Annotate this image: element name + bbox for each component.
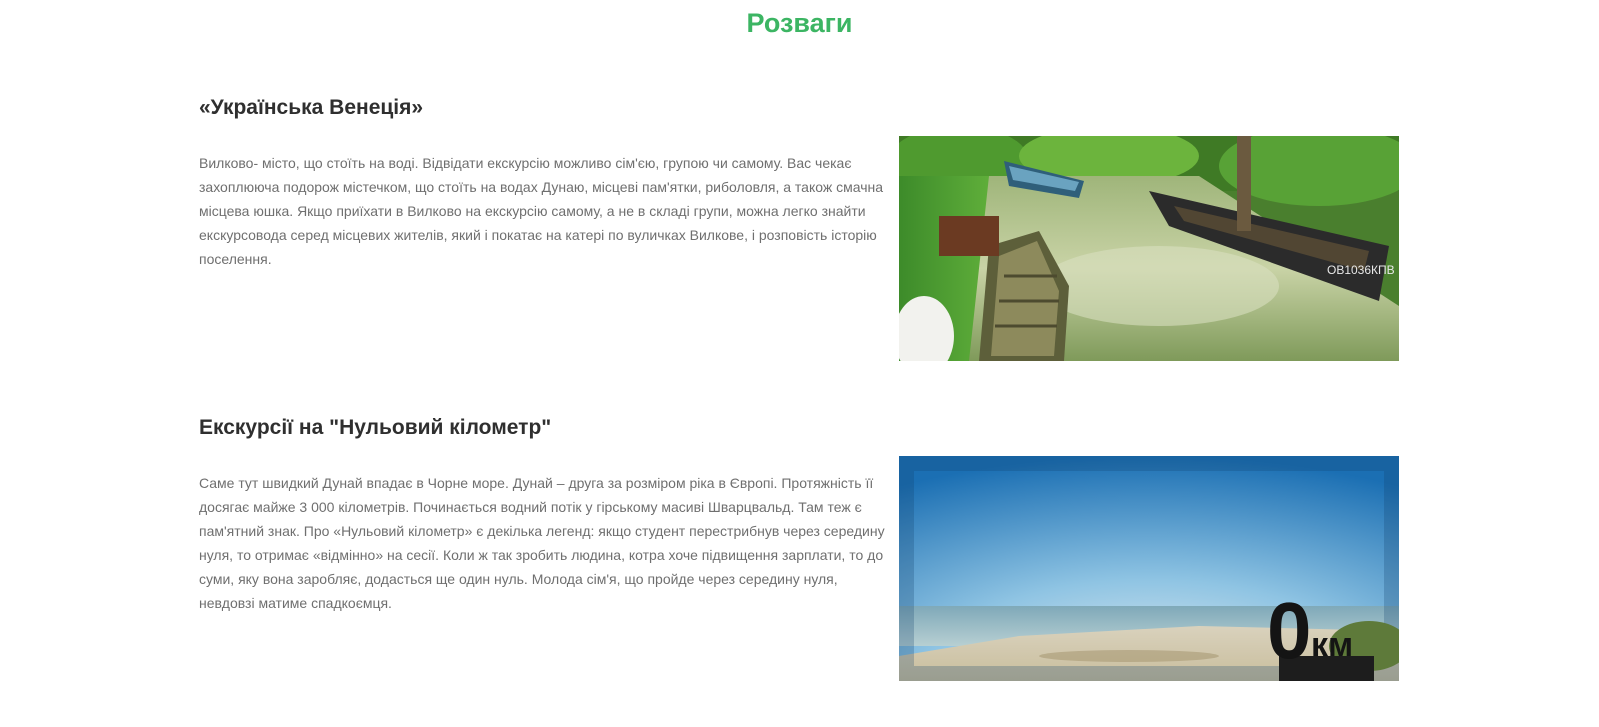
zero-kilometer-image: 0 км: [899, 456, 1399, 681]
section-text-zero-km: Саме тут швидкий Дунай впадає в Чорне мо…: [199, 475, 885, 611]
section-title-venice: «Українська Венеція»: [199, 96, 424, 119]
section-title-zero-km: Екскурсії на "Нульовий кілометр": [199, 416, 552, 439]
zero-sign-digit: 0: [1267, 586, 1312, 675]
page: Розваги «Українська Венеція» Вилково- мі…: [0, 0, 1599, 727]
page-title: Розваги: [746, 8, 853, 38]
section-text-venice: Вилково- місто, що стоїть на воді. Відві…: [199, 155, 884, 267]
boat-registration-label: ОВ1036КПВ: [1327, 263, 1395, 277]
venice-canal-image: ОВ1036КПВ: [899, 136, 1399, 361]
zero-sign-unit: км: [1311, 626, 1353, 664]
